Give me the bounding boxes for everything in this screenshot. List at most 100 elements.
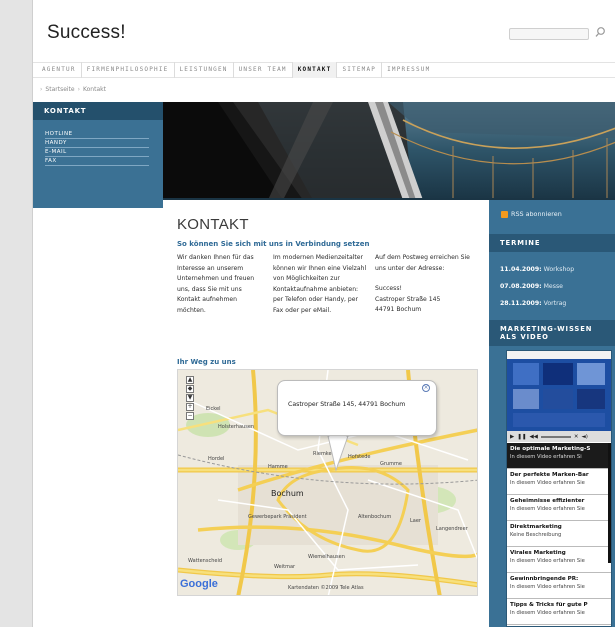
nav-item-agentur[interactable]: AGENTUR [37,62,82,78]
map-place-label: Gewerbepark Präsident [248,514,307,520]
address-intro: Auf dem Postweg erreichen Sie uns unter … [375,254,470,272]
map-place-label: Altenbochum [358,514,391,520]
google-logo: Google [180,578,218,590]
map-pan-icon[interactable]: ◆ [186,385,194,393]
map-pan-down-icon[interactable]: ▼ [186,394,194,402]
map-place-label: Grumme [380,461,402,467]
video-list: Die optimale Marketing-S In diesem Video… [507,443,611,625]
site-title[interactable]: Success! [47,22,126,44]
video-list-item[interactable]: Gewinnbringende PR: In diesem Video erfa… [507,573,611,599]
map-place-label: Eickel [206,406,220,412]
map-credit: Kartendaten ©2009 Tele Atlas [288,585,364,591]
address-street: Castroper Straße 145 [375,295,441,303]
main-content: KONTAKT So können Sie sich mit uns in Ve… [177,216,477,316]
nav-item-leistungen[interactable]: LEISTUNGEN [175,62,234,78]
page: Success! AGENTUR FIRMENPHILOSOPHIE LEIST… [32,0,615,627]
video-title: Direktmarketing [510,524,562,530]
map-info-window: × Castroper Straße 145, 44791 Bochum [277,380,437,436]
breadcrumb-arrow-icon: › [77,85,80,93]
intro-paragraph: Wir danken Ihnen für das Interesse an un… [177,254,255,314]
video-description: In diesem Video erfahren Sie [510,584,585,590]
nav-item-sitemap[interactable]: SITEMAP [337,62,383,78]
nav-item-kontakt[interactable]: KONTAKT [292,62,338,78]
breadcrumb-arrow-icon: › [40,85,43,93]
header: Success! [33,0,615,60]
video-title: Tipps & Tricks für gute P [510,602,588,608]
video-title: Gewinnbringende PR: [510,576,579,582]
sidebar-items: HOTLINE HANDY E-MAIL FAX [33,120,163,166]
video-title: Geheimnisse effizienter [510,498,585,504]
map-heading: Ihr Weg zu uns [177,358,236,366]
rss-icon [501,210,508,218]
nav-item-impressum[interactable]: IMPRESSUM [382,62,435,78]
termine-list: 11.04.2009: Workshop 07.08.2009: Messe 2… [500,261,574,312]
map-place-label: Hamme [268,464,288,470]
previous-icon[interactable]: ◀◀ [529,434,537,440]
rss-subscribe-link[interactable]: RSS abonnieren [501,210,562,218]
sidebar-item-handy[interactable]: HANDY [45,139,149,148]
nav-item-unser-team[interactable]: UNSER TEAM [234,62,293,78]
map-place-label: Riemke [313,451,332,457]
map-place-label: Langendreer [436,526,469,532]
pause-icon[interactable]: ❚❚ [517,434,526,440]
video-list-item[interactable]: Direktmarketing Keine Beschreibung [507,521,611,547]
map-place-label: Hordel [208,456,224,462]
termin-item[interactable]: 28.11.2009: Vortrag [500,295,574,312]
sidebar-item-fax[interactable]: FAX [45,157,149,166]
map-pan-up-icon[interactable]: ▲ [186,376,194,384]
contact-columns: Wir danken Ihnen für das Interesse an un… [177,253,477,316]
sidebar-item-hotline[interactable]: HOTLINE [45,130,149,139]
video-list-item[interactable]: Der perfekte Marken-Bar In diesem Video … [507,469,611,495]
video-description: In diesem Video erfahren Sie [510,480,585,486]
termin-item[interactable]: 07.08.2009: Messe [500,278,574,295]
termine-heading: TERMINE [489,234,615,252]
video-section-heading: MARKETING-WISSEN ALS VIDEO [489,320,615,346]
video-list-scrollbar[interactable] [608,443,611,563]
video-progress-bar[interactable] [540,435,571,438]
google-map[interactable]: Bochum Eickel Holsterhausen Hordel Hamme… [177,369,478,596]
map-place-label: Weitmar [274,564,296,570]
volume-icon[interactable]: ◄) [582,434,588,440]
map-zoom-in-icon[interactable]: + [186,403,194,411]
video-player: ▶ ❚❚ ◀◀ ✕ ◄) Die optimale Marketing-S In… [506,350,612,627]
breadcrumb-current: Kontakt [83,85,106,93]
right-sidebar: RSS abonnieren TERMINE 11.04.2009: Works… [489,200,615,627]
options-paragraph: Im modernen Medienzeitalter können wir I… [273,254,367,314]
video-thumbnail[interactable] [507,351,611,431]
video-list-item[interactable]: Die optimale Marketing-S In diesem Video… [507,443,611,469]
video-description: In diesem Video erfahren Si [510,454,582,460]
termin-item[interactable]: 11.04.2009: Workshop [500,261,574,278]
close-icon[interactable]: ✕ [574,434,579,440]
address-city: 44791 Bochum [375,306,422,313]
video-list-item[interactable]: Geheimnisse effizienter In diesem Video … [507,495,611,521]
video-description: In diesem Video erfahren Sie [510,558,585,564]
map-zoom-out-icon[interactable]: − [186,412,194,420]
sidebar-item-email[interactable]: E-MAIL [45,148,149,157]
video-title: Die optimale Marketing-S [510,446,591,452]
termin-date: 07.08.2009: [500,283,542,290]
termin-date: 28.11.2009: [500,300,542,307]
sidebar: KONTAKT HOTLINE HANDY E-MAIL FAX [33,102,163,208]
video-section-heading-line1: MARKETING-WISSEN [500,325,593,333]
map-place-label: Wiemelhausen [308,554,345,560]
page-title: KONTAKT [177,216,249,233]
video-description: In diesem Video erfahren Sie [510,610,585,616]
video-controls: ▶ ❚❚ ◀◀ ✕ ◄) [507,431,611,442]
video-list-item[interactable]: Virales Marketing In diesem Video erfahr… [507,547,611,573]
video-title: Virales Marketing [510,550,566,556]
play-icon[interactable]: ▶ [510,434,514,440]
address-column: Auf dem Postweg erreichen Sie uns unter … [373,253,477,316]
map-controls: ▲ ◆ ▼ + − [186,376,194,421]
close-icon[interactable]: × [422,384,430,392]
breadcrumb-home[interactable]: Startseite [45,86,74,93]
video-list-item[interactable]: Tipps & Tricks für gute P In diesem Vide… [507,599,611,625]
termin-title: Messe [543,283,563,290]
search-icon[interactable] [593,24,607,38]
search-input[interactable] [509,28,589,40]
video-description: Keine Beschreibung [510,532,562,538]
nav-item-firmenphilosophie[interactable]: FIRMENPHILOSOPHIE [82,62,175,78]
video-title: Der perfekte Marken-Bar [510,472,589,478]
page-subtitle: So können Sie sich mit uns in Verbindung… [177,240,370,248]
rss-label: RSS abonnieren [511,210,562,218]
video-section-heading-line2: ALS VIDEO [500,333,549,341]
